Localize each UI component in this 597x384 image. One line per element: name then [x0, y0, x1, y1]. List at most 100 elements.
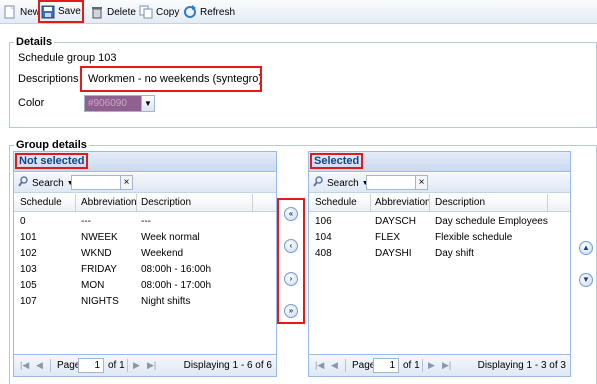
- save-icon: [41, 5, 55, 19]
- page-input[interactable]: 1: [78, 358, 104, 373]
- table-cell: 107: [20, 296, 37, 307]
- table-cell: ---: [81, 216, 91, 227]
- delete-button[interactable]: Delete: [90, 2, 136, 22]
- table-cell: Flexible schedule: [435, 232, 513, 243]
- table-cell: 105: [20, 280, 37, 291]
- descriptions-label: Descriptions: [18, 73, 79, 85]
- page-label: Page: [57, 360, 81, 371]
- column-header-abbreviation[interactable]: Abbreviation: [375, 197, 431, 208]
- table-cell: 08:00h - 16:00h: [141, 264, 212, 275]
- table-cell: 102: [20, 248, 37, 259]
- descriptions-value: Workmen - no weekends (syntegro): [88, 73, 261, 85]
- table-row[interactable]: 107 NIGHTS Night shifts: [14, 294, 276, 310]
- not-selected-search-input[interactable]: [71, 175, 121, 190]
- table-cell: DAYSCH: [375, 216, 416, 227]
- move-all-right-button[interactable]: »: [284, 304, 298, 318]
- new-button[interactable]: New: [3, 2, 40, 22]
- table-row[interactable]: 101 NWEEK Week normal: [14, 230, 276, 246]
- table-cell: 08:00h - 17:00h: [141, 280, 212, 291]
- color-value: #906090: [85, 96, 142, 111]
- save-label: Save: [58, 6, 81, 17]
- table-cell: NIGHTS: [81, 296, 119, 307]
- next-page-icon[interactable]: ▶: [133, 360, 140, 371]
- table-cell: WKND: [81, 248, 112, 259]
- details-legend: Details: [14, 36, 55, 48]
- page-of-label: of 1: [108, 360, 125, 371]
- move-left-button[interactable]: ‹: [284, 239, 298, 253]
- selected-search-button[interactable]: Search ▼: [313, 176, 369, 190]
- not-selected-header: Not selected: [14, 152, 276, 172]
- group-details-legend: Group details: [14, 139, 89, 151]
- table-cell: FLEX: [375, 232, 401, 243]
- descriptions-field[interactable]: Workmen - no weekends (syntegro): [80, 66, 262, 92]
- move-down-button[interactable]: ▼: [579, 273, 593, 287]
- selected-grid-header: Schedule Abbreviation Description: [309, 194, 570, 212]
- copy-icon: [139, 5, 153, 19]
- column-header-schedule[interactable]: Schedule: [20, 197, 62, 208]
- clear-icon[interactable]: ×: [120, 175, 133, 190]
- selected-header: Selected: [309, 152, 570, 172]
- selected-pager: |◀ ◀ Page 1 of 1 ▶ ▶| Displaying 1 - 3 o…: [309, 354, 570, 376]
- selected-toolbar: Search ▼ ×: [309, 173, 570, 193]
- selected-search-label: Search: [327, 177, 359, 189]
- table-cell: 408: [315, 248, 332, 259]
- pager-display: Displaying 1 - 6 of 6: [183, 360, 272, 371]
- column-header-description[interactable]: Description: [435, 197, 485, 208]
- not-selected-toolbar: Search ▼ ×: [14, 173, 276, 193]
- color-select[interactable]: #906090 ▼: [84, 95, 155, 112]
- first-page-icon[interactable]: |◀: [315, 360, 324, 371]
- move-right-button[interactable]: ›: [284, 272, 298, 286]
- table-cell: 106: [315, 216, 332, 227]
- table-cell: FRIDAY: [81, 264, 117, 275]
- first-page-icon[interactable]: |◀: [20, 360, 29, 371]
- copy-button[interactable]: Copy: [139, 2, 179, 22]
- not-selected-search-label: Search: [32, 177, 64, 189]
- not-selected-pager: |◀ ◀ Page 1 of 1 ▶ ▶| Displaying 1 - 6 o…: [14, 354, 276, 376]
- delete-icon: [90, 5, 104, 19]
- clear-icon[interactable]: ×: [415, 175, 428, 190]
- column-header-description[interactable]: Description: [141, 197, 191, 208]
- not-selected-grid-header: Schedule Abbreviation Description: [14, 194, 276, 212]
- table-row[interactable]: 105 MON 08:00h - 17:00h: [14, 278, 276, 294]
- table-row[interactable]: 102 WKND Weekend: [14, 246, 276, 262]
- last-page-icon[interactable]: ▶|: [442, 360, 451, 371]
- selected-search-input[interactable]: [366, 175, 416, 190]
- save-button[interactable]: Save: [38, 0, 84, 23]
- selected-panel: Selected Search ▼ × Schedule Abbreviatio…: [308, 151, 571, 377]
- refresh-label: Refresh: [200, 6, 236, 18]
- search-icon: [18, 176, 29, 190]
- table-cell: 104: [315, 232, 332, 243]
- table-cell: 101: [20, 232, 37, 243]
- refresh-icon: [183, 5, 197, 19]
- toolbar: New Save Delete Copy Refresh: [0, 0, 597, 24]
- table-cell: Day shift: [435, 248, 474, 259]
- not-selected-search-button[interactable]: Search ▼: [18, 176, 74, 190]
- table-row[interactable]: 408 DAYSHI Day shift: [309, 246, 570, 262]
- selected-title: Selected: [309, 153, 364, 169]
- pager-display: Displaying 1 - 3 of 3: [477, 360, 566, 371]
- prev-page-icon[interactable]: ◀: [331, 360, 338, 371]
- move-all-left-button[interactable]: «: [284, 207, 298, 221]
- table-cell: Weekend: [141, 248, 184, 259]
- table-cell: NWEEK: [81, 232, 118, 243]
- column-header-schedule[interactable]: Schedule: [315, 197, 357, 208]
- table-row[interactable]: 106 DAYSCH Day schedule Employees: [309, 214, 570, 230]
- refresh-button[interactable]: Refresh: [183, 2, 235, 22]
- prev-page-icon[interactable]: ◀: [36, 360, 43, 371]
- new-icon: [3, 5, 17, 19]
- page-input[interactable]: 1: [373, 358, 399, 373]
- last-page-icon[interactable]: ▶|: [147, 360, 156, 371]
- table-cell: ---: [141, 216, 151, 227]
- not-selected-panel: Not selected Search ▼ × Schedule Abbrevi…: [13, 151, 277, 377]
- delete-label: Delete: [107, 6, 136, 18]
- table-row[interactable]: 104 FLEX Flexible schedule: [309, 230, 570, 246]
- column-header-abbreviation[interactable]: Abbreviation: [81, 197, 137, 208]
- move-up-button[interactable]: ▲: [579, 241, 593, 255]
- table-row[interactable]: 0 --- ---: [14, 214, 276, 230]
- copy-label: Copy: [156, 6, 180, 18]
- table-cell: 0: [20, 216, 26, 227]
- dropdown-arrow-icon[interactable]: ▼: [141, 96, 154, 111]
- table-cell: Week normal: [141, 232, 200, 243]
- next-page-icon[interactable]: ▶: [428, 360, 435, 371]
- table-row[interactable]: 103 FRIDAY 08:00h - 16:00h: [14, 262, 276, 278]
